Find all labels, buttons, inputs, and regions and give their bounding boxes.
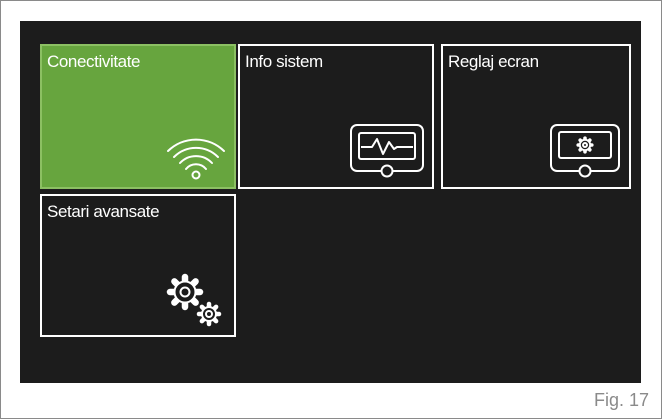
tile-reglaj-ecran-label: Reglaj ecran bbox=[448, 52, 539, 71]
tile-info-sistem-label: Info sistem bbox=[245, 52, 323, 71]
tile-conectivitate-label: Conectivitate bbox=[47, 52, 141, 71]
tile-reglaj-ecran[interactable]: Reglaj ecran bbox=[441, 44, 631, 189]
tile-conectivitate[interactable]: Conectivitate bbox=[40, 44, 236, 189]
monitor-waveform-icon bbox=[350, 124, 424, 178]
tile-setari-avansate-label: Setari avansate bbox=[47, 202, 160, 221]
display-settings-icon bbox=[550, 124, 620, 178]
gears-icon bbox=[166, 273, 222, 327]
figure-caption: Fig. 17 bbox=[593, 390, 649, 410]
wifi-icon bbox=[167, 138, 225, 180]
device-screen: Conectivitate Info sistem Reglaj ecran S… bbox=[20, 21, 641, 383]
tile-setari-avansate[interactable]: Setari avansate bbox=[40, 194, 236, 337]
tile-info-sistem[interactable]: Info sistem bbox=[238, 44, 434, 189]
